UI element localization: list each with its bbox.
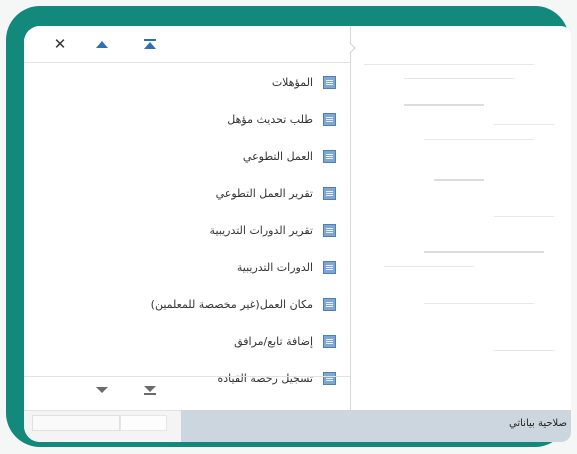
menu-item-label: العمل التطوعي — [242, 149, 313, 163]
scroll-bottom-button[interactable] — [140, 382, 160, 398]
placeholder-line — [384, 266, 474, 267]
dropdown-menu: ✕ المؤهلات طلب تحديث مؤهل العمل التطوعي … — [24, 26, 356, 410]
menu-item-label: الدورات التدريبية — [236, 260, 313, 274]
placeholder-line — [494, 124, 554, 125]
document-icon — [323, 223, 336, 237]
menu-item-training-report[interactable]: تقرير الدورات التدريبية — [210, 221, 336, 239]
left-footer-field[interactable] — [120, 415, 167, 431]
menu-item-training-courses[interactable]: الدورات التدريبية — [237, 258, 336, 276]
document-icon — [323, 149, 336, 163]
placeholder-line — [424, 251, 544, 253]
menu-item-label: تقرير الدورات التدريبية — [209, 223, 313, 237]
menu-list: المؤهلات طلب تحديث مؤهل العمل التطوعي تق… — [24, 62, 350, 400]
menu-item-label: طلب تحديث مؤهل — [227, 112, 313, 126]
placeholder-line — [404, 104, 484, 106]
document-icon — [323, 260, 336, 274]
document-icon — [323, 334, 336, 348]
scroll-down-button[interactable] — [92, 382, 112, 398]
placeholder-line — [494, 350, 554, 351]
scroll-up-button[interactable] — [92, 35, 112, 53]
menu-item-update-qualification[interactable]: طلب تحديث مؤهل — [227, 110, 336, 128]
placeholder-line — [424, 139, 534, 140]
left-footer-cell — [24, 410, 181, 442]
menu-item-volunteer-report[interactable]: تقرير العمل التطوعي — [216, 184, 336, 202]
close-icon: ✕ — [53, 34, 67, 53]
menu-item-volunteer-work[interactable]: العمل التطوعي — [243, 147, 336, 165]
menu-item-driving-license[interactable]: تسجيل رخصة القيادة — [218, 369, 336, 387]
scroll-top-button[interactable] — [140, 35, 160, 53]
menu-item-label: مكان العمل(غير مخصصة للمعلمين) — [150, 297, 313, 311]
document-icon — [323, 112, 336, 126]
menu-header: ✕ — [24, 26, 350, 63]
screen: صلاحية بياناتي ✕ المؤهلات طلب تحديث مؤهل… — [24, 26, 571, 442]
menu-footer-divider — [24, 376, 350, 377]
placeholder-line — [424, 303, 534, 304]
triangle-up-bar-icon — [144, 39, 156, 49]
document-icon — [323, 75, 336, 89]
triangle-up-icon — [96, 40, 108, 48]
document-icon — [323, 186, 336, 200]
document-icon — [323, 371, 336, 385]
document-icon — [323, 297, 336, 311]
left-footer-field[interactable] — [32, 415, 120, 431]
menu-item-qualifications[interactable]: المؤهلات — [272, 73, 336, 91]
menu-item-add-dependent[interactable]: إضافة تابع/مرافق — [234, 332, 336, 350]
menu-item-workplace[interactable]: مكان العمل(غير مخصصة للمعلمين) — [151, 295, 336, 313]
footer-label[interactable]: صلاحية بياناتي — [509, 418, 567, 429]
triangle-down-icon — [96, 387, 108, 393]
triangle-down-bar-icon — [144, 385, 156, 395]
close-button[interactable]: ✕ — [50, 35, 70, 53]
placeholder-line — [364, 64, 534, 65]
placeholder-line — [494, 216, 554, 217]
placeholder-line — [404, 78, 514, 79]
device-frame: صلاحية بياناتي ✕ المؤهلات طلب تحديث مؤهل… — [6, 6, 571, 447]
menu-item-label: تقرير العمل التطوعي — [215, 186, 313, 200]
footer-bar: صلاحية بياناتي — [181, 410, 571, 442]
menu-item-label: إضافة تابع/مرافق — [234, 334, 313, 348]
placeholder-line — [434, 179, 484, 181]
menu-item-label: تسجيل رخصة القيادة — [217, 371, 313, 385]
menu-item-label: المؤهلات — [271, 75, 313, 89]
